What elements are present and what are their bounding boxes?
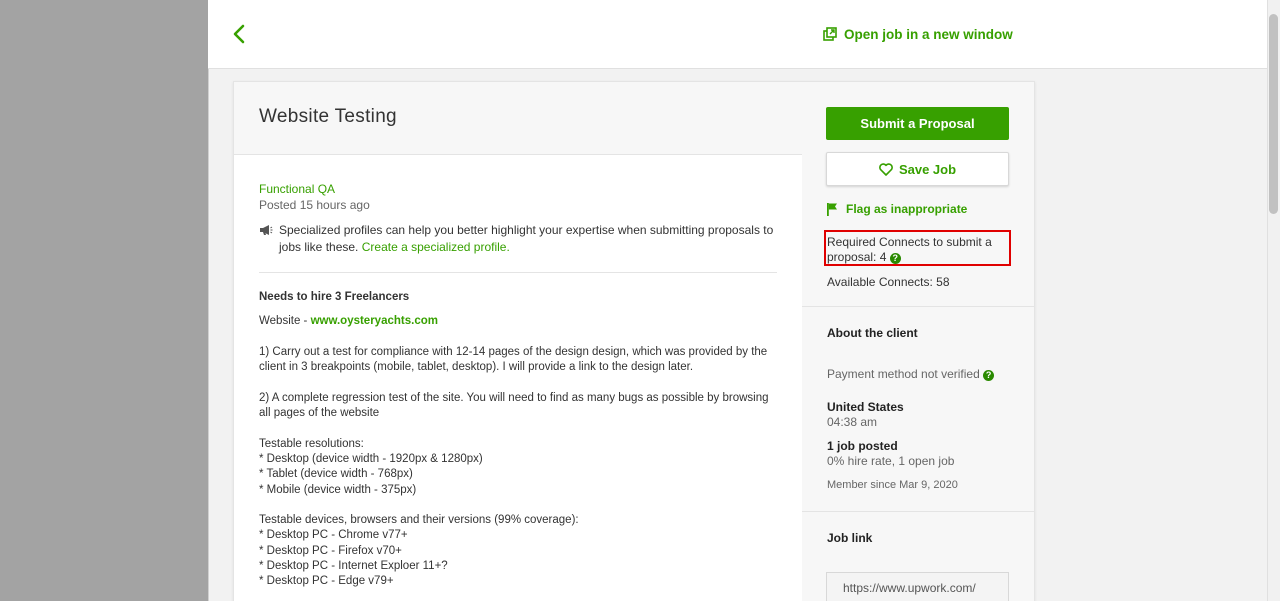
- job-main-column: Website Testing Functional QA Posted 15 …: [234, 82, 803, 601]
- create-specialized-profile-link[interactable]: Create a specialized profile.: [362, 240, 510, 254]
- device-item: * Desktop PC - Chrome v77+: [259, 529, 408, 542]
- resolution-item: * Desktop (device width - 1920px & 1280p…: [259, 452, 483, 465]
- job-details-card: Website Testing Functional QA Posted 15 …: [233, 81, 1035, 601]
- required-connects-text: Required Connects to submit a proposal: …: [827, 235, 992, 264]
- job-link-input[interactable]: [826, 572, 1009, 601]
- job-description: Needs to hire 3 Freelancers Website - ww…: [259, 290, 779, 590]
- flag-inappropriate-link[interactable]: Flag as inappropriate: [826, 202, 967, 216]
- help-icon[interactable]: ?: [983, 370, 995, 381]
- description-paragraph-1: 1) Carry out a test for compliance with …: [259, 345, 768, 374]
- device-item: * Desktop PC - Edge v79+: [259, 575, 394, 588]
- open-job-new-window-label: Open job in a new window: [844, 26, 1013, 42]
- job-title-band: Website Testing: [234, 82, 802, 155]
- description-paragraph-2: 2) A complete regression test of the sit…: [259, 391, 769, 420]
- open-job-new-window-link[interactable]: Open job in a new window: [823, 24, 1013, 44]
- resolution-item: * Mobile (device width - 375px): [259, 483, 417, 496]
- divider: [259, 272, 777, 273]
- client-member-since: Member since Mar 9, 2020: [827, 479, 958, 491]
- client-country: United States: [827, 400, 904, 414]
- divider: [802, 511, 1034, 512]
- client-local-time: 04:38 am: [827, 415, 878, 429]
- chevron-left-icon: [233, 24, 245, 44]
- website-prefix: Website -: [259, 315, 311, 328]
- device-item: * Desktop PC - Internet Exploer 11+?: [259, 560, 448, 573]
- drawer-header: Open job in a new window: [208, 0, 1267, 69]
- help-icon[interactable]: ?: [889, 253, 901, 264]
- website-link[interactable]: www.oysteryachts.com: [311, 315, 438, 327]
- client-jobs-posted: 1 job posted: [827, 439, 898, 453]
- submit-proposal-button[interactable]: Submit a Proposal: [826, 107, 1009, 140]
- page-overlay[interactable]: [0, 0, 208, 601]
- tip-text: Specialized profiles can help you better…: [279, 223, 774, 254]
- flag-icon: [827, 203, 837, 216]
- save-job-label: Save Job: [898, 161, 957, 177]
- job-link-title: Job link: [827, 531, 873, 545]
- posted-time: Posted 15 hours ago: [259, 198, 370, 212]
- scrollbar-thumb[interactable]: [1269, 14, 1278, 214]
- required-connects: Required Connects to submit a proposal: …: [827, 235, 1017, 265]
- devices-title: Testable devices, browsers and their ver…: [259, 514, 579, 527]
- resolutions-title: Testable resolutions:: [259, 437, 364, 450]
- website-line: Website - www.oysteryachts.com: [259, 314, 779, 329]
- flag-inappropriate-label: Flag as inappropriate: [846, 202, 968, 216]
- save-job-button[interactable]: Save Job: [826, 152, 1009, 186]
- resolution-item: * Tablet (device width - 768px): [259, 468, 413, 481]
- device-item: * Desktop PC - Firefox v70+: [259, 544, 402, 557]
- freelancers-needed: Needs to hire 3 Freelancers: [259, 291, 410, 303]
- heart-icon: [879, 162, 893, 176]
- job-category-link[interactable]: Functional QA: [259, 182, 335, 196]
- available-connects: Available Connects: 58: [827, 275, 950, 289]
- about-client-title: About the client: [827, 326, 918, 340]
- job-sidebar: Submit a Proposal Save Job Flag as inapp…: [802, 82, 1034, 601]
- external-window-icon: [823, 27, 837, 41]
- divider: [802, 306, 1034, 307]
- megaphone-icon: [259, 224, 273, 241]
- job-title: Website Testing: [259, 106, 397, 127]
- back-button[interactable]: [228, 20, 252, 48]
- payment-status: Payment method not verified ?: [827, 367, 995, 381]
- payment-status-text: Payment method not verified: [827, 367, 980, 381]
- client-hire-rate: 0% hire rate, 1 open job: [827, 454, 955, 468]
